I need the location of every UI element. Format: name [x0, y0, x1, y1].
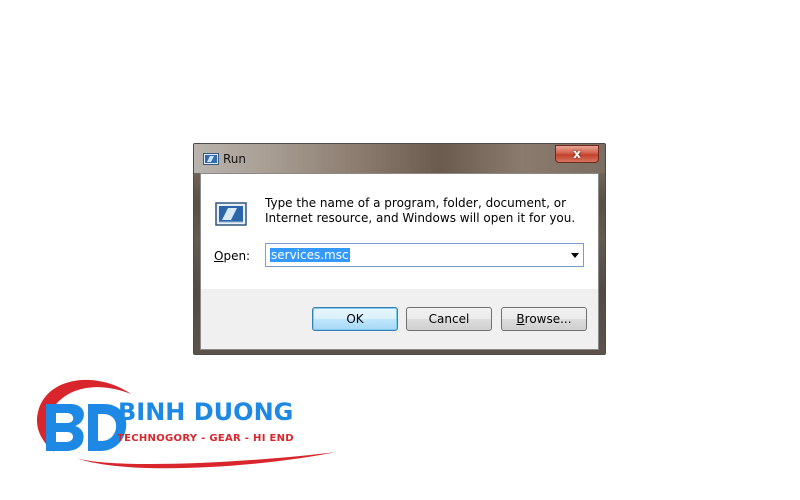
title-bar[interactable]: Run x — [194, 144, 605, 173]
browse-button[interactable]: Browse... — [501, 307, 587, 331]
dialog-client-area: Type the name of a program, folder, docu… — [200, 173, 599, 350]
window-title: Run — [223, 152, 247, 166]
close-button[interactable]: x — [555, 145, 599, 163]
open-combobox[interactable]: services.msc — [265, 243, 584, 267]
open-label: Open: — [214, 249, 251, 263]
open-input-value[interactable]: services.msc — [270, 248, 350, 262]
run-icon — [203, 153, 219, 165]
logo-name: BINH DUONG — [118, 398, 294, 426]
ok-button[interactable]: OK — [312, 307, 398, 331]
close-icon: x — [573, 147, 581, 161]
run-dialog-window: Run x Type the name of a program, folder… — [193, 143, 606, 355]
cancel-button[interactable]: Cancel — [406, 307, 492, 331]
dialog-content: Type the name of a program, folder, docu… — [201, 174, 598, 289]
logo-tagline: TECHNOGORY - GEAR - HI END — [117, 433, 294, 444]
dropdown-arrow-icon[interactable] — [571, 253, 579, 258]
run-program-icon — [215, 202, 247, 226]
dialog-description: Type the name of a program, folder, docu… — [265, 196, 576, 225]
